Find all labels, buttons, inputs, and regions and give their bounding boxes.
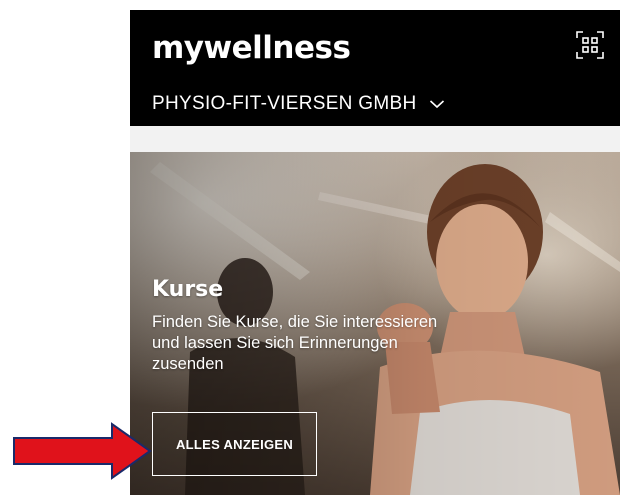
club-name: PHYSIO-FIT-VIERSEN GMBH — [152, 93, 417, 114]
annotation-arrow — [12, 422, 152, 480]
qr-code-scan-icon — [576, 31, 604, 59]
app-header: mywellness PHYSIO-FIT-VIERSEN GMBH — [130, 10, 620, 126]
courses-card-title: Kurse — [152, 277, 224, 302]
app-screen: mywellness PHYSIO-FIT-VIERSEN GMBH Kurse… — [130, 10, 620, 495]
screenshot-canvas: mywellness PHYSIO-FIT-VIERSEN GMBH Kurse… — [0, 0, 620, 495]
app-title: mywellness — [152, 30, 351, 66]
club-selector-dropdown[interactable]: PHYSIO-FIT-VIERSEN GMBH — [152, 90, 445, 118]
chevron-down-icon — [429, 100, 444, 109]
show-all-button[interactable]: ALLES ANZEIGEN — [152, 412, 317, 476]
qr-code-scan-button[interactable] — [575, 30, 605, 60]
courses-card-text: Kurse Finden Sie Kurse, die Sie interess… — [152, 276, 462, 375]
red-arrow-icon — [13, 422, 152, 480]
courses-card-description: Finden Sie Kurse, die Sie interessieren … — [152, 313, 438, 373]
courses-card[interactable]: Kurse Finden Sie Kurse, die Sie interess… — [130, 152, 620, 495]
